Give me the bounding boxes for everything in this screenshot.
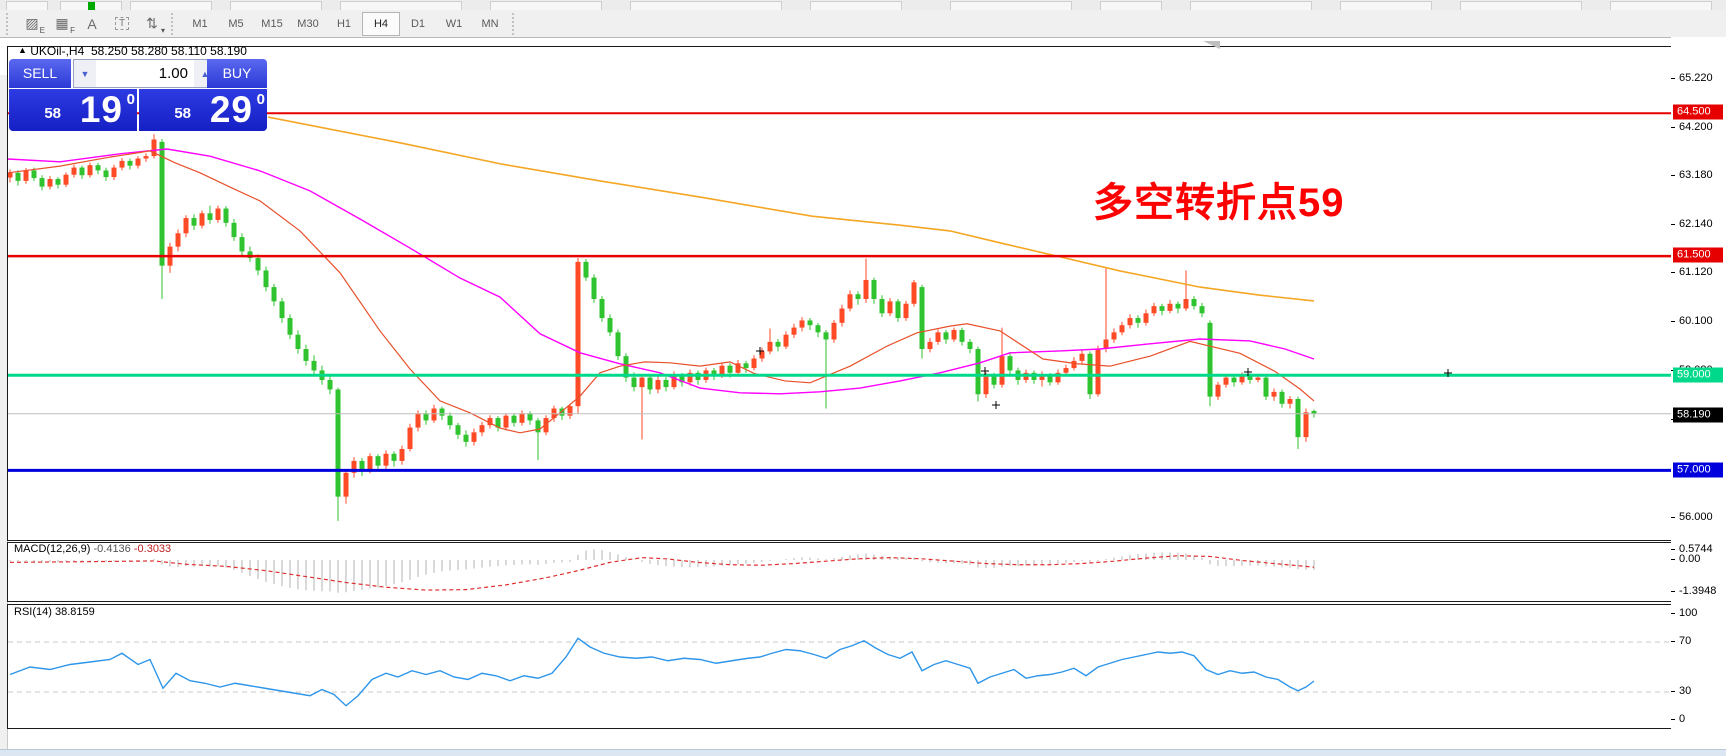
chart-shift-marker-icon[interactable] <box>1203 41 1220 49</box>
timeframe-w1[interactable]: W1 <box>436 13 472 35</box>
rsi-scale-label: 70 <box>1679 635 1692 647</box>
axis-tick <box>1671 719 1675 720</box>
axis-tick <box>1671 691 1675 692</box>
axis-tick <box>1671 549 1675 550</box>
rsi-scale-label: 30 <box>1679 685 1692 697</box>
timeframe-mn[interactable]: MN <box>472 13 508 35</box>
rsi-chart[interactable] <box>8 605 1671 728</box>
ghost-button <box>1460 1 1582 10</box>
buy-price-panel[interactable]: 58 29 0 <box>139 89 267 131</box>
macd-scale-label: -1.3948 <box>1679 585 1717 597</box>
axis-tick <box>1671 224 1675 225</box>
sell-price-big: 19 <box>79 89 123 130</box>
ghost-button <box>1610 1 1712 10</box>
price-level-badge: 59.000 <box>1673 367 1723 383</box>
toolbar-separator <box>512 12 519 35</box>
price-level-badge: 64.500 <box>1673 104 1723 120</box>
chart-window: 29 Jul 201931 Jul 00:002 Aug 00:005 Aug … <box>0 37 1726 756</box>
axis-tick <box>1671 127 1675 128</box>
one-click-trading-widget: SELL ▼ 1.00 ▲ BUY 58 19 0 58 29 0 <box>9 59 267 131</box>
macd-chart[interactable] <box>8 543 1671 601</box>
price-level-badge: 58.190 <box>1673 407 1723 423</box>
mt4-window: ▨E▦FAT⇅▾M1M5M15M30H1H4D1W1MN 29 Jul 2019… <box>0 0 1726 756</box>
rsi-indicator-label: RSI(14) 38.8159 <box>14 606 95 618</box>
ghost-button <box>630 1 782 10</box>
buy-price-sup: 0 <box>256 91 265 108</box>
ghost-button <box>230 1 322 10</box>
macd-scale-label: 0.00 <box>1679 553 1701 565</box>
trade-row: SELL ▼ 1.00 ▲ BUY <box>9 59 267 88</box>
price-label: 56.000 <box>1679 511 1713 523</box>
sell-button[interactable]: SELL <box>9 59 71 88</box>
volume-decrease-button[interactable]: ▼ <box>74 60 96 87</box>
rsi-panel[interactable] <box>7 604 1672 729</box>
timeframe-d1[interactable]: D1 <box>400 13 436 35</box>
price-label: 61.120 <box>1679 266 1713 278</box>
arrows-dropdown-icon[interactable]: ⇅ ▾ <box>137 12 167 35</box>
ghost-button <box>490 1 602 10</box>
ghost-button <box>1190 1 1312 10</box>
price-label: 63.180 <box>1679 169 1713 181</box>
text-box-icon[interactable]: T <box>107 12 137 35</box>
volume-spinner: ▼ 1.00 ▲ <box>73 59 217 88</box>
price-level-badge: 57.000 <box>1673 462 1723 478</box>
draw-grid-f-icon[interactable]: ▦ F <box>47 12 77 35</box>
macd-panel[interactable] <box>7 542 1672 602</box>
price-label: 65.220 <box>1679 72 1713 84</box>
buy-price-prefix: 58 <box>174 105 191 122</box>
chinese-annotation: 多空转折点59 <box>1093 181 1345 225</box>
price-axis[interactable]: 65.220 64.200 63.180 62.140 61.120 60.100 59.0… <box>1671 37 1726 749</box>
rsi-scale-label: 100 <box>1679 607 1698 619</box>
macd-indicator-label: MACD(12,26,9) -0.4136 -0.3033 <box>14 543 172 555</box>
timeframe-h1[interactable]: H1 <box>326 13 362 35</box>
timeframe-m15[interactable]: M15 <box>254 13 290 35</box>
toolbar-separator <box>171 12 178 35</box>
price-level-badge: 61.500 <box>1673 247 1723 263</box>
price-label: 62.140 <box>1679 218 1713 230</box>
price-label: 60.100 <box>1679 315 1713 327</box>
ghost-button <box>1100 1 1162 10</box>
ghost-button <box>130 1 212 10</box>
axis-tick <box>1671 272 1675 273</box>
axis-tick <box>1671 559 1675 560</box>
symbol-ohlc-info: ▲ UKOil-,H4 58.250 58.280 58.110 58.190 <box>18 44 247 58</box>
sell-price-sup: 0 <box>126 91 135 108</box>
axis-tick <box>1671 591 1675 592</box>
text-label-icon[interactable]: A <box>77 12 107 35</box>
buy-button[interactable]: BUY <box>207 59 267 88</box>
timeframe-m1[interactable]: M1 <box>182 13 218 35</box>
window-bottom-edge <box>0 749 1726 756</box>
axis-tick <box>1671 175 1675 176</box>
green-icon <box>88 2 95 10</box>
up-triangle-icon: ▲ <box>18 45 27 55</box>
toolbar-grip <box>6 12 13 35</box>
draw-lines-e-icon[interactable]: ▨ E <box>17 12 47 35</box>
timeframe-h4[interactable]: H4 <box>362 11 400 36</box>
sell-price-panel[interactable]: 58 19 0 <box>9 89 137 131</box>
ghost-button <box>1340 1 1432 10</box>
volume-input[interactable]: 1.00 <box>96 60 194 87</box>
ghost-button <box>6 1 48 10</box>
ghost-button <box>340 1 462 10</box>
timeframe-m5[interactable]: M5 <box>218 13 254 35</box>
axis-tick <box>1671 613 1675 614</box>
ghost-button <box>810 1 902 10</box>
axis-tick <box>1671 517 1675 518</box>
ghost-button <box>950 1 1072 10</box>
ohlc-text: UKOil-,H4 58.250 58.280 58.110 58.190 <box>30 44 247 58</box>
drawing-toolbar: ▨ E ▦ F A T ⇅ ▾ M1 M5 M15 M30 H1 H4 D1 W1 MN <box>0 10 1726 37</box>
axis-tick <box>1671 78 1675 79</box>
axis-tick <box>1671 641 1675 642</box>
axis-tick <box>1671 321 1675 322</box>
buy-price-big: 29 <box>209 89 253 130</box>
price-label: 64.200 <box>1679 121 1713 133</box>
sell-price-prefix: 58 <box>44 105 61 122</box>
rsi-scale-label: 0 <box>1679 713 1686 725</box>
timeframe-m30[interactable]: M30 <box>290 13 326 35</box>
